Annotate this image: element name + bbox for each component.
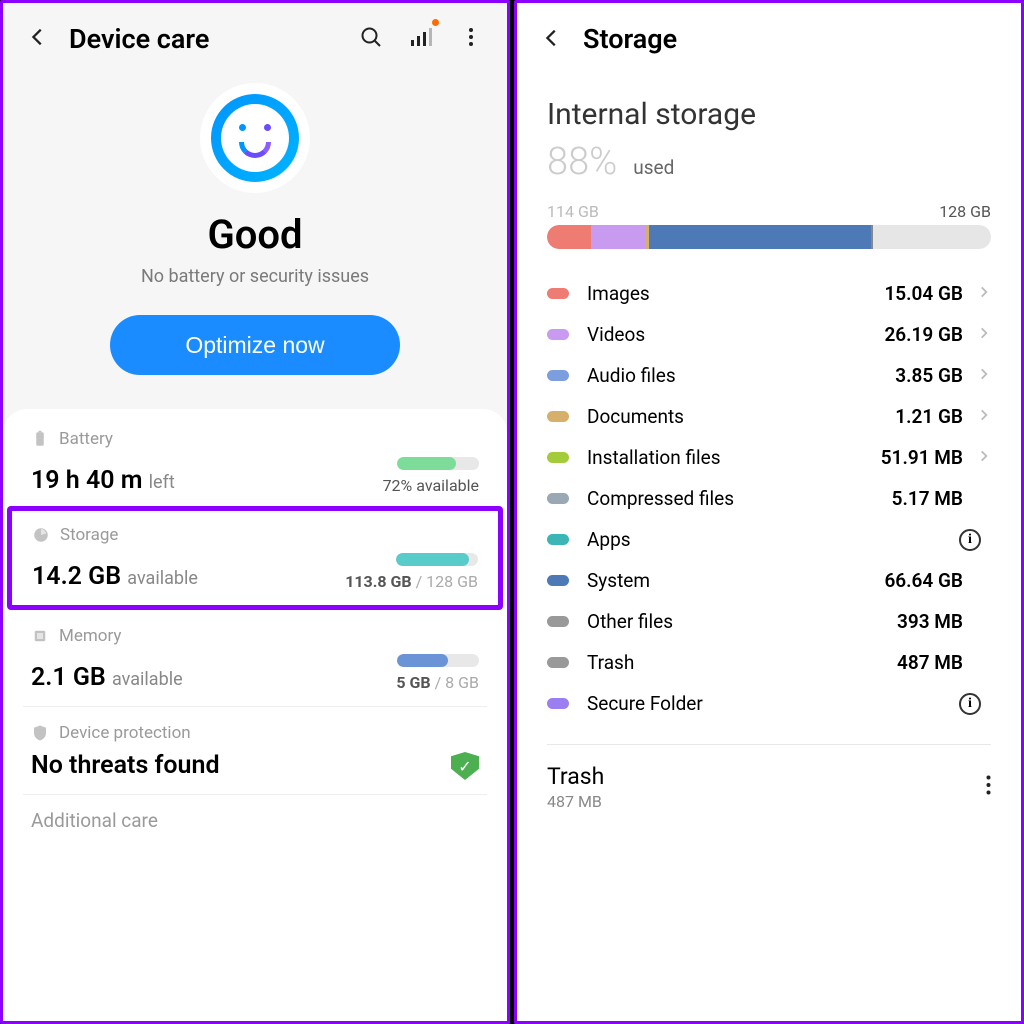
category-row: System66.64 GB: [547, 560, 991, 601]
header: Device care: [3, 3, 507, 67]
category-name: System: [587, 569, 884, 592]
info-icon[interactable]: i: [959, 529, 981, 551]
battery-progress-bar: [397, 457, 479, 470]
category-value: 5.17 MB: [892, 487, 963, 510]
total-size-label: 128 GB: [939, 202, 991, 221]
category-name: Apps: [587, 528, 959, 551]
metrics-card: Battery 19 h 40 m left 72% available Sto…: [3, 409, 507, 1021]
category-row[interactable]: Images15.04 GB: [547, 273, 991, 314]
category-color-icon: [547, 411, 569, 422]
category-value: 487 MB: [897, 651, 963, 674]
memory-detail: 5 GB / 8 GB: [396, 673, 479, 692]
device-care-screen: Device care Good No battery or security …: [0, 0, 510, 1024]
trash-title: Trash: [547, 763, 604, 790]
more-icon[interactable]: [986, 775, 991, 799]
chevron-right-icon: [977, 366, 991, 385]
category-color-icon: [547, 616, 569, 627]
protection-row[interactable]: Device protection No threats found ✓: [23, 707, 487, 795]
memory-label: Memory: [59, 626, 121, 646]
trash-size: 487 MB: [547, 792, 604, 811]
category-row: Trash487 MB: [547, 642, 991, 683]
category-row[interactable]: Secure Folderi: [547, 683, 991, 724]
page-title: Storage: [583, 23, 677, 55]
status-title: Good: [207, 211, 302, 258]
category-color-icon: [547, 329, 569, 340]
optimize-button[interactable]: Optimize now: [110, 315, 400, 375]
used-size-label: 114 GB: [547, 202, 599, 221]
storage-icon: [32, 526, 50, 544]
status-subtitle: No battery or security issues: [141, 266, 369, 287]
category-color-icon: [547, 493, 569, 504]
back-icon[interactable]: [541, 27, 563, 53]
protection-label: Device protection: [59, 723, 191, 743]
chevron-right-icon: [977, 407, 991, 426]
page-title: Device care: [69, 23, 209, 55]
storage-row[interactable]: Storage 14.2 GB available 113.8 GB / 128…: [7, 506, 503, 610]
category-value: 66.64 GB: [884, 569, 963, 592]
storage-screen: Storage Internal storage 88% used 114 GB…: [514, 0, 1024, 1024]
internal-storage-heading: Internal storage: [547, 97, 991, 132]
category-row: Compressed files5.17 MB: [547, 478, 991, 519]
category-name: Secure Folder: [587, 692, 959, 715]
category-color-icon: [547, 698, 569, 709]
signal-icon[interactable]: [409, 25, 433, 53]
category-row[interactable]: Audio files3.85 GB: [547, 355, 991, 396]
category-color-icon: [547, 657, 569, 668]
storage-progress-bar: [396, 553, 478, 566]
storage-bar: [547, 225, 991, 249]
category-row[interactable]: Appsi: [547, 519, 991, 560]
battery-label: Battery: [59, 429, 113, 449]
category-name: Documents: [587, 405, 895, 428]
category-row[interactable]: Installation files51.91 MB: [547, 437, 991, 478]
category-row: Other files393 MB: [547, 601, 991, 642]
battery-icon: [31, 430, 49, 448]
category-color-icon: [547, 452, 569, 463]
category-value: 51.91 MB: [881, 446, 963, 469]
status-hero: Good No battery or security issues Optim…: [3, 67, 507, 409]
category-list: Images15.04 GBVideos26.19 GBAudio files3…: [547, 273, 991, 724]
storage-detail: 113.8 GB / 128 GB: [345, 572, 478, 591]
status-icon: [200, 83, 310, 193]
category-name: Installation files: [587, 446, 881, 469]
category-row[interactable]: Videos26.19 GB: [547, 314, 991, 355]
category-name: Other files: [587, 610, 897, 633]
category-value: 393 MB: [897, 610, 963, 633]
back-icon[interactable]: [27, 26, 49, 52]
battery-row[interactable]: Battery 19 h 40 m left 72% available: [23, 413, 487, 510]
category-row[interactable]: Documents1.21 GB: [547, 396, 991, 437]
category-color-icon: [547, 288, 569, 299]
category-value: 26.19 GB: [884, 323, 963, 346]
category-name: Images: [587, 282, 884, 305]
category-value: 15.04 GB: [884, 282, 963, 305]
memory-row[interactable]: Memory 2.1 GB available 5 GB / 8 GB: [23, 610, 487, 707]
search-icon[interactable]: [359, 25, 383, 53]
divider: [547, 744, 991, 745]
category-color-icon: [547, 370, 569, 381]
battery-detail: 72% available: [383, 476, 479, 495]
usage-percent: 88%: [547, 140, 617, 184]
category-value: 3.85 GB: [895, 364, 963, 387]
memory-progress-bar: [397, 654, 479, 667]
chevron-right-icon: [977, 325, 991, 344]
category-name: Trash: [587, 651, 897, 674]
header: Storage: [517, 3, 1021, 67]
chevron-right-icon: [977, 284, 991, 303]
info-icon[interactable]: i: [959, 693, 981, 715]
memory-icon: [31, 627, 49, 645]
additional-care-label: Additional care: [23, 795, 487, 832]
storage-label: Storage: [60, 525, 118, 545]
usage-label: used: [633, 156, 674, 179]
chevron-right-icon: [977, 448, 991, 467]
category-color-icon: [547, 534, 569, 545]
trash-section[interactable]: Trash 487 MB: [547, 763, 991, 821]
more-icon[interactable]: [459, 25, 483, 53]
category-color-icon: [547, 575, 569, 586]
shield-icon: [31, 724, 49, 742]
category-value: 1.21 GB: [895, 405, 963, 428]
category-name: Audio files: [587, 364, 895, 387]
shield-check-icon: ✓: [451, 752, 479, 780]
category-name: Compressed files: [587, 487, 892, 510]
protection-value: No threats found: [31, 751, 220, 780]
category-name: Videos: [587, 323, 884, 346]
